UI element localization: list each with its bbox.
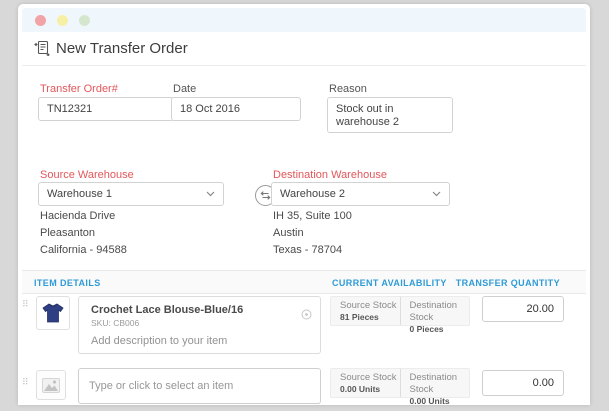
minimize-window-button[interactable]: [57, 15, 68, 26]
image-placeholder-icon: [42, 378, 60, 393]
source-stock-label: Source Stock: [340, 300, 400, 312]
transfer-order-input[interactable]: [38, 97, 174, 121]
item-card: Crochet Lace Blouse-Blue/16 SKU: CB006 A…: [78, 296, 321, 354]
source-warehouse-select[interactable]: Warehouse 1: [38, 182, 224, 206]
chevron-down-icon: [206, 191, 215, 197]
item-description-placeholder[interactable]: Add description to your item: [91, 335, 227, 347]
blouse-image: [40, 300, 66, 326]
address-line: Texas - 78704: [273, 242, 352, 259]
destination-warehouse-address: IH 35, Suite 100 Austin Texas - 78704: [273, 208, 352, 259]
destination-warehouse-select[interactable]: Warehouse 2: [271, 182, 450, 206]
date-input[interactable]: [171, 97, 301, 121]
column-transfer-quantity: TRANSFER QUANTITY: [456, 278, 560, 288]
source-warehouse-label: Source Warehouse: [40, 169, 134, 181]
column-current-availability: CURRENT AVAILABILITY: [332, 278, 447, 288]
item-name: Crochet Lace Blouse-Blue/16: [91, 304, 243, 316]
source-stock-value: 0.00 Units: [340, 384, 400, 395]
items-table-header: ITEM DETAILS CURRENT AVAILABILITY TRANSF…: [22, 270, 586, 294]
destination-warehouse-value: Warehouse 2: [280, 188, 345, 200]
availability-box: Source Stock 81 Pieces Destination Stock…: [330, 296, 470, 326]
destination-warehouse-label: Destination Warehouse: [273, 169, 387, 181]
app-window: New Transfer Order Transfer Order# Date …: [18, 4, 590, 405]
reason-label: Reason: [329, 83, 367, 95]
address-line: California - 94588: [40, 242, 127, 259]
destination-stock-cell: Destination Stock 0.00 Units: [400, 369, 470, 397]
source-stock-label: Source Stock: [340, 372, 400, 384]
source-stock-cell: Source Stock 0.00 Units: [331, 369, 400, 397]
transfer-quantity-input[interactable]: [482, 296, 564, 322]
item-sku: SKU: CB006: [91, 318, 139, 328]
source-warehouse-value: Warehouse 1: [47, 188, 112, 200]
destination-stock-label: Destination Stock: [410, 300, 470, 324]
destination-stock-value: 0 Pieces: [410, 324, 470, 335]
desktop-background: New Transfer Order Transfer Order# Date …: [0, 0, 609, 411]
destination-stock-cell: Destination Stock 0 Pieces: [400, 297, 470, 325]
transfer-order-label: Transfer Order#: [40, 83, 118, 95]
address-line: Hacienda Drive: [40, 208, 127, 225]
item-thumbnail-placeholder: [36, 370, 66, 400]
destination-stock-label: Destination Stock: [410, 372, 470, 396]
availability-box: Source Stock 0.00 Units Destination Stoc…: [330, 368, 470, 398]
page-title: New Transfer Order: [56, 40, 188, 57]
transfer-quantity-input[interactable]: [482, 370, 564, 396]
drag-handle[interactable]: ⠿: [22, 302, 30, 307]
close-window-button[interactable]: [35, 15, 46, 26]
source-warehouse-address: Hacienda Drive Pleasanton California - 9…: [40, 208, 127, 259]
address-line: Austin: [273, 225, 352, 242]
destination-stock-value: 0.00 Units: [410, 396, 470, 405]
item-info-icon[interactable]: [301, 307, 312, 325]
source-stock-cell: Source Stock 81 Pieces: [331, 297, 400, 325]
item-thumbnail[interactable]: [36, 296, 70, 330]
zoom-window-button[interactable]: [79, 15, 90, 26]
date-label: Date: [173, 83, 196, 95]
source-stock-value: 81 Pieces: [340, 312, 400, 323]
chevron-down-icon: [432, 191, 441, 197]
reason-textarea[interactable]: Stock out in warehouse 2: [327, 97, 453, 133]
address-line: IH 35, Suite 100: [273, 208, 352, 225]
transfer-order-icon: [34, 40, 50, 61]
window-titlebar: [22, 8, 586, 32]
drag-handle[interactable]: ⠿: [22, 380, 30, 385]
column-item-details: ITEM DETAILS: [34, 278, 101, 288]
page-header: New Transfer Order: [22, 32, 586, 66]
address-line: Pleasanton: [40, 225, 127, 242]
select-item-input[interactable]: [78, 368, 321, 404]
